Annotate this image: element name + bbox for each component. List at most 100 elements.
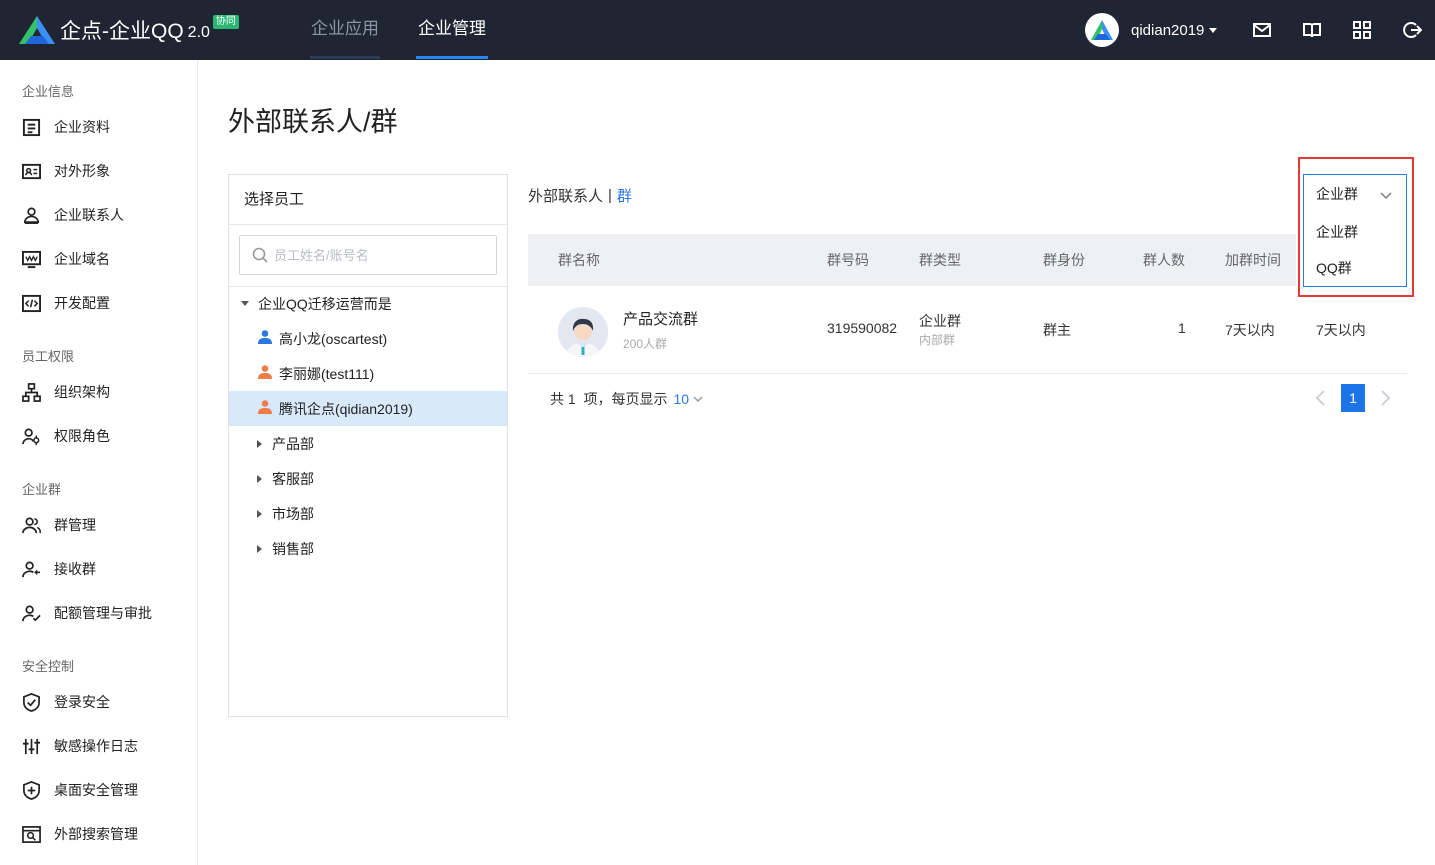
receive-group-icon [22,561,41,577]
group-join-time: 7天以内 [1225,322,1275,338]
tree-department[interactable]: 客服部 [229,461,507,496]
column-group-name: 群名称 [558,252,600,268]
tree-member[interactable]: 李丽娜(test111) [229,356,507,391]
group-type: 企业群 [919,313,961,329]
tab-enterprise-apps[interactable]: 企业应用 [310,0,380,60]
role-icon [22,428,40,445]
quota-icon [22,605,41,621]
person-icon [257,364,273,383]
page-title: 外部联系人/群 [228,107,398,137]
sidebar-item-enterprise-profile[interactable]: 企业资料 [22,115,110,139]
shield-check-icon [23,692,40,712]
group-number: 319590082 [827,320,898,336]
tab-external-contacts[interactable]: 外部联系人 [528,185,603,206]
employee-panel: 选择员工 企业QQ迁移运营而是 高小龙(oscartest) 李丽娜(test1… [228,174,508,717]
group-member-count: 1 [1178,320,1186,336]
sidebar-item-enterprise-domain[interactable]: 企业域名 [22,247,110,271]
sidebar-item-external-search[interactable]: 外部搜索管理 [22,822,138,846]
book-icon[interactable] [1302,20,1322,40]
org-chart-icon [22,382,41,402]
user-name: qidian2019 [1131,21,1205,39]
sidebar-item-sensitive-log[interactable]: 敏感操作日志 [22,734,138,758]
highlight-annotation-box [1298,157,1414,297]
sidebar-section-security: 安全控制 [22,659,75,674]
chevron-right-icon [1381,390,1391,406]
sidebar-section-enterprise-groups: 企业群 [22,482,62,497]
sidebar-item-group-management[interactable]: 群管理 [22,513,96,537]
id-card-icon [22,163,41,179]
sidebar-item-login-security[interactable]: 登录安全 [22,690,110,714]
tab-label: 企业应用 [311,19,379,38]
top-bar: 企点-企业QQ 2.0 协同 企业应用 企业管理 qidian2019 [0,0,1435,60]
tab-underline [310,56,380,59]
group-avatar [558,307,608,357]
sidebar-section-employee-permissions: 员工权限 [22,349,75,364]
sidebar-item-label: 外部搜索管理 [54,826,138,842]
expand-arrow-icon[interactable] [257,474,262,483]
tab-separator: | [608,187,612,204]
app-version: 2.0 [187,24,210,41]
logout-icon[interactable] [1402,20,1423,40]
table-row[interactable]: 产品交流群 200人群 319590082 企业群 内部群 群主 1 7天以内 … [528,286,1407,374]
sidebar-item-enterprise-contact[interactable]: 企业联系人 [22,203,124,227]
tree-root-label: 企业QQ迁移运营而是 [258,295,392,312]
person-icon [257,399,273,418]
sidebar-item-quota-approval[interactable]: 配额管理与审批 [22,601,152,625]
view-tabs: 外部联系人 | 群 [528,185,632,206]
tab-enterprise-management[interactable]: 企业管理 [416,0,488,60]
pagination-total: 共 1 项，每页显示 [550,391,668,407]
prev-page-button[interactable] [1314,389,1328,407]
table-header: 群名称 群号码 群类型 群身份 群人数 加群时间 [528,234,1296,286]
tree-root[interactable]: 企业QQ迁移运营而是 [229,286,507,321]
tree-department[interactable]: 产品部 [229,426,507,461]
sidebar-item-label: 企业域名 [54,251,110,267]
sidebar-item-org-structure[interactable]: 组织架构 [22,380,110,404]
column-member-count: 群人数 [1143,252,1185,268]
group-icon [22,517,41,533]
apps-grid-icon[interactable] [1352,20,1372,40]
tree-member-selected[interactable]: 腾讯企点(qidian2019) [229,391,507,426]
tree-department[interactable]: 市场部 [229,496,507,531]
group-name: 产品交流群 [623,311,699,328]
mail-icon[interactable] [1252,20,1272,40]
group-type-sub: 内部群 [919,333,956,347]
expand-arrow-icon[interactable] [257,439,262,448]
sidebar-item-label: 组织架构 [54,384,110,400]
employee-search-input[interactable] [274,247,474,263]
domain-icon [22,250,41,268]
sidebar-item-label: 配额管理与审批 [54,605,152,621]
page-size-select[interactable]: 10 [673,391,689,407]
sidebar-item-permission-roles[interactable]: 权限角色 [22,424,110,448]
user-menu[interactable]: qidian2019 [1085,13,1218,47]
group-avatar-person-icon [558,307,608,357]
tree-member[interactable]: 高小龙(oscartest) [229,321,507,356]
current-page-button[interactable]: 1 [1341,384,1365,412]
sidebar-item-dev-config[interactable]: 开发配置 [22,291,110,315]
expand-arrow-icon[interactable] [241,301,249,306]
tree-department-label: 产品部 [272,435,314,452]
expand-arrow-icon[interactable] [257,509,262,518]
tree-department-label: 市场部 [272,505,314,522]
sidebar-item-label: 企业资料 [54,119,110,135]
sidebar-item-receive-groups[interactable]: 接收群 [22,557,96,581]
tree-department[interactable]: 销售部 [229,531,507,566]
sidebar-item-desktop-security[interactable]: 桌面安全管理 [22,778,138,802]
app-badge: 协同 [212,15,239,29]
next-page-button[interactable] [1378,389,1392,407]
contact-person-icon [23,207,40,224]
sidebar-item-label: 权限角色 [54,428,110,444]
column-join-time: 加群时间 [1225,252,1281,268]
expand-arrow-icon[interactable] [257,544,262,553]
avatar-logo-icon [1091,20,1113,40]
sidebar-item-public-image[interactable]: 对外形象 [22,159,110,183]
group-role: 群主 [1043,322,1071,338]
sidebar-item-label: 接收群 [54,561,96,577]
group-member-size: 200人群 [623,337,668,351]
tab-groups[interactable]: 群 [617,185,632,206]
employee-search [239,235,497,275]
chevron-down-icon[interactable] [693,394,703,404]
sidebar-item-label: 企业联系人 [54,207,124,223]
app-logo[interactable]: 企点-企业QQ 2.0 协同 [18,14,239,46]
tree-department-label: 销售部 [272,540,314,557]
tree-member-label: 李丽娜(test111) [279,365,375,382]
